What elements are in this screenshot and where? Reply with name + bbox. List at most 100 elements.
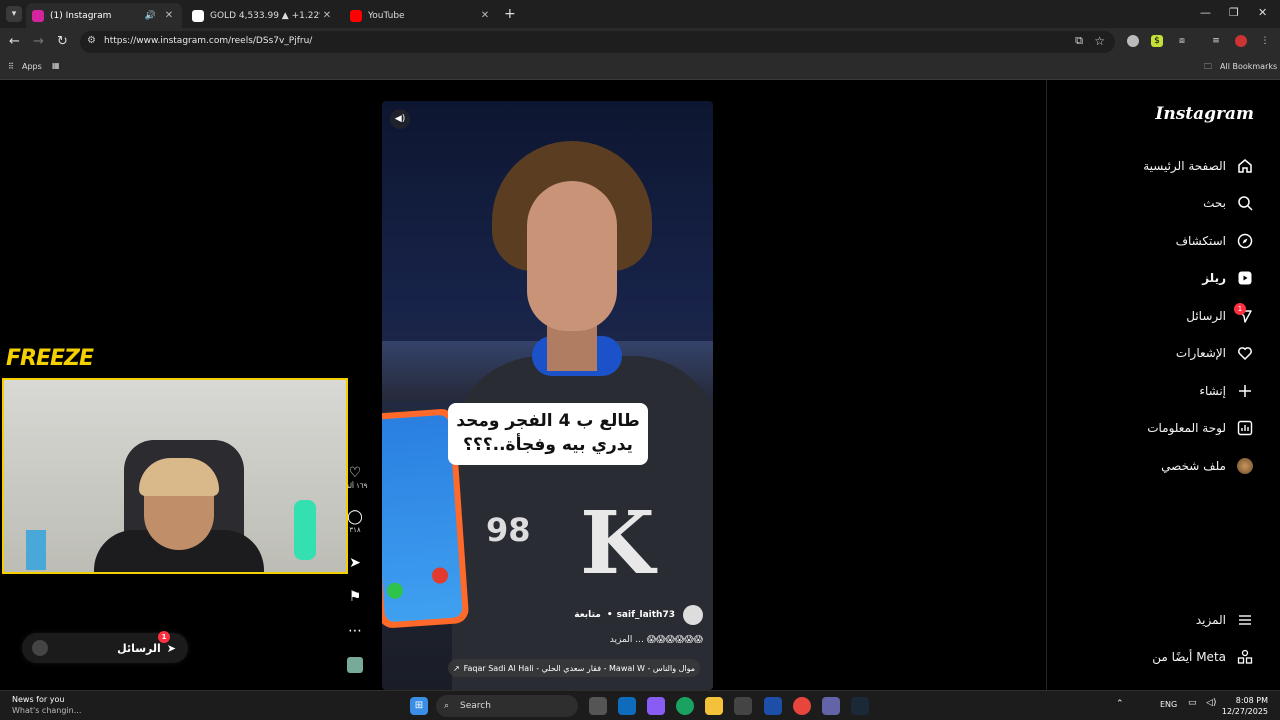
more-dots-icon: ⋯ xyxy=(348,623,362,639)
tab-grid-icon[interactable]: ▦ xyxy=(52,61,60,70)
system-clock[interactable]: 8:08 PM 12/27/2025 xyxy=(1222,695,1268,717)
steam-icon[interactable] xyxy=(851,697,869,715)
sidebar-item-explore[interactable]: استكشاف xyxy=(1046,226,1280,256)
instagram-page: 98 K طالع ب 4 الفجر ومحد يدري بيه وفجأة.… xyxy=(0,80,1280,690)
audio-thumbnail[interactable] xyxy=(340,657,370,677)
notification-badge: 1 xyxy=(158,631,170,643)
tab-gold[interactable]: GOLD 4,533.99 ▲ +1.22% Unnamed ✕ xyxy=(186,3,340,28)
file-explorer-icon[interactable] xyxy=(705,697,723,715)
outlook-icon[interactable] xyxy=(618,697,636,715)
tab-search-button[interactable]: ▾ xyxy=(6,6,22,22)
close-window-button[interactable]: ✕ xyxy=(1258,6,1267,19)
volume-icon[interactable]: ◁) xyxy=(1206,698,1216,708)
task-view-icon[interactable] xyxy=(589,697,607,715)
close-tab-icon[interactable]: ✕ xyxy=(478,10,492,21)
comment-icon: ◯ xyxy=(347,509,363,525)
compass-icon xyxy=(1236,232,1254,250)
language-indicator[interactable]: ENG xyxy=(1160,700,1177,709)
windows-taskbar: News for you What's changin... ⊞ ⌕ Searc… xyxy=(0,690,1280,720)
sidebar-nav: Instagram الصفحة الرئيسية بحث استكشاف ري… xyxy=(1046,80,1280,690)
sidebar-item-profile[interactable]: ملف شخصي xyxy=(1046,451,1280,481)
extension-icon[interactable] xyxy=(1127,35,1139,47)
reload-button[interactable]: ↻ xyxy=(57,34,68,49)
music-track[interactable]: ↗ Faqar Sadi Al Hali - فقار سعدي الحلي -… xyxy=(448,659,700,677)
messages-pill[interactable]: الرسائل ➤ 1 xyxy=(22,631,188,663)
forward-button[interactable]: → xyxy=(33,34,44,49)
site-info-icon[interactable]: ⚙ xyxy=(87,35,96,46)
close-tab-icon[interactable]: ✕ xyxy=(162,10,176,21)
sidebar-item-meta[interactable]: أيضًا من Meta xyxy=(1046,642,1280,672)
bookmarks-bar: ⠿ Apps ▦ 🗀 All Bookmarks xyxy=(0,56,1280,80)
restore-button[interactable]: ❐ xyxy=(1229,6,1239,19)
instagram-logo[interactable]: Instagram xyxy=(1155,104,1254,124)
reels-icon xyxy=(1236,269,1254,287)
follow-button[interactable]: متابعة xyxy=(574,610,601,620)
sidebar-item-create[interactable]: إنشاء xyxy=(1046,376,1280,406)
sidebar-item-dashboard[interactable]: لوحة المعلومات xyxy=(1046,413,1280,443)
folder-icon: 🗀 xyxy=(1204,62,1212,71)
address-bar[interactable]: ⚙ https://www.instagram.com/reels/DSs7v_… xyxy=(80,31,1115,53)
tab-instagram[interactable]: (1) Instagram 🔊 ✕ xyxy=(26,3,182,28)
audio-playing-icon[interactable]: 🔊 xyxy=(145,11,156,21)
sidebar-item-home[interactable]: الصفحة الرئيسية xyxy=(1046,151,1280,181)
taskbar-search[interactable]: ⌕ Search xyxy=(436,695,578,717)
reel-description[interactable]: 😱😱😱😱😱😱 ... المزيد xyxy=(610,635,703,645)
menu-kebab-icon[interactable]: ⋮ xyxy=(1259,35,1271,47)
tab-groups-icon[interactable]: ≡ xyxy=(1210,35,1222,47)
menu-icon xyxy=(1236,611,1254,629)
plus-icon xyxy=(1236,382,1254,400)
install-app-icon[interactable]: ⧉ xyxy=(1075,34,1083,48)
face xyxy=(527,181,617,331)
more-options-button[interactable]: ⋯ xyxy=(340,623,370,639)
apps-grid-icon[interactable]: ⠿ xyxy=(8,62,14,71)
apps-icon xyxy=(1236,648,1254,666)
microphone xyxy=(294,500,316,560)
heart-icon xyxy=(1236,344,1254,362)
reel-video[interactable]: 98 K طالع ب 4 الفجر ومحد يدري بيه وفجأة.… xyxy=(382,101,713,690)
chrome-icon[interactable] xyxy=(793,697,811,715)
tab-youtube[interactable]: YouTube ✕ xyxy=(344,3,498,28)
apps-bookmark[interactable]: Apps xyxy=(22,62,42,71)
freeze-logo: FREEZE xyxy=(6,346,94,371)
network-icon[interactable]: ▭ xyxy=(1188,698,1197,708)
sidebar-item-search[interactable]: بحث xyxy=(1046,188,1280,218)
new-tab-button[interactable]: + xyxy=(504,6,516,22)
all-bookmarks[interactable]: All Bookmarks xyxy=(1220,62,1277,71)
author-avatar[interactable] xyxy=(683,605,703,625)
heart-icon: ♡ xyxy=(348,465,362,481)
teams-icon[interactable] xyxy=(822,697,840,715)
jacket-letter: K xyxy=(580,493,655,594)
dashboard-icon xyxy=(1236,419,1254,437)
username[interactable]: saif_laith73 xyxy=(617,610,675,620)
security-icon[interactable] xyxy=(764,697,782,715)
store-icon[interactable] xyxy=(734,697,752,715)
edge-icon[interactable] xyxy=(676,697,694,715)
search-icon xyxy=(1236,194,1254,212)
windows-start-icon[interactable]: ⊞ xyxy=(410,697,428,715)
close-tab-icon[interactable]: ✕ xyxy=(320,10,334,21)
sidebar-item-notifications[interactable]: الإشعارات xyxy=(1046,338,1280,368)
instagram-favicon-icon xyxy=(32,9,44,22)
extension-icon[interactable]: $ xyxy=(1151,35,1163,47)
extensions-puzzle-icon[interactable]: ⧈ xyxy=(1176,35,1188,47)
copilot-icon[interactable] xyxy=(647,697,665,715)
browser-toolbar: ← → ↻ ⚙ https://www.instagram.com/reels/… xyxy=(0,28,1280,56)
browser-tab-strip: ▾ (1) Instagram 🔊 ✕ GOLD 4,533.99 ▲ +1.2… xyxy=(0,0,1280,28)
chevron-up-icon[interactable]: ⌃ xyxy=(1116,699,1124,709)
jacket-print: 98 xyxy=(486,511,531,549)
bookmark-icon: ⚑ xyxy=(348,589,362,605)
avatar xyxy=(32,640,48,656)
sound-toggle-icon[interactable]: ◀) xyxy=(390,109,410,129)
video-caption: طالع ب 4 الفجر ومحد يدري بيه وفجأة..؟؟؟ xyxy=(448,403,648,465)
profile-avatar[interactable] xyxy=(1235,35,1247,47)
sidebar-item-messages[interactable]: الرسائل 1 xyxy=(1046,301,1280,331)
minimize-button[interactable]: — xyxy=(1200,6,1211,19)
tradingview-favicon-icon xyxy=(192,9,204,22)
webcam-overlay xyxy=(2,378,348,574)
back-button[interactable]: ← xyxy=(9,34,20,49)
sidebar-item-more[interactable]: المزيد xyxy=(1046,605,1280,635)
save-button[interactable]: ⚑ xyxy=(340,589,370,605)
sidebar-item-reels[interactable]: ريلز xyxy=(1046,263,1280,293)
bookmark-star-icon[interactable]: ☆ xyxy=(1094,34,1105,48)
news-widget[interactable]: News for you What's changin... xyxy=(12,694,81,716)
